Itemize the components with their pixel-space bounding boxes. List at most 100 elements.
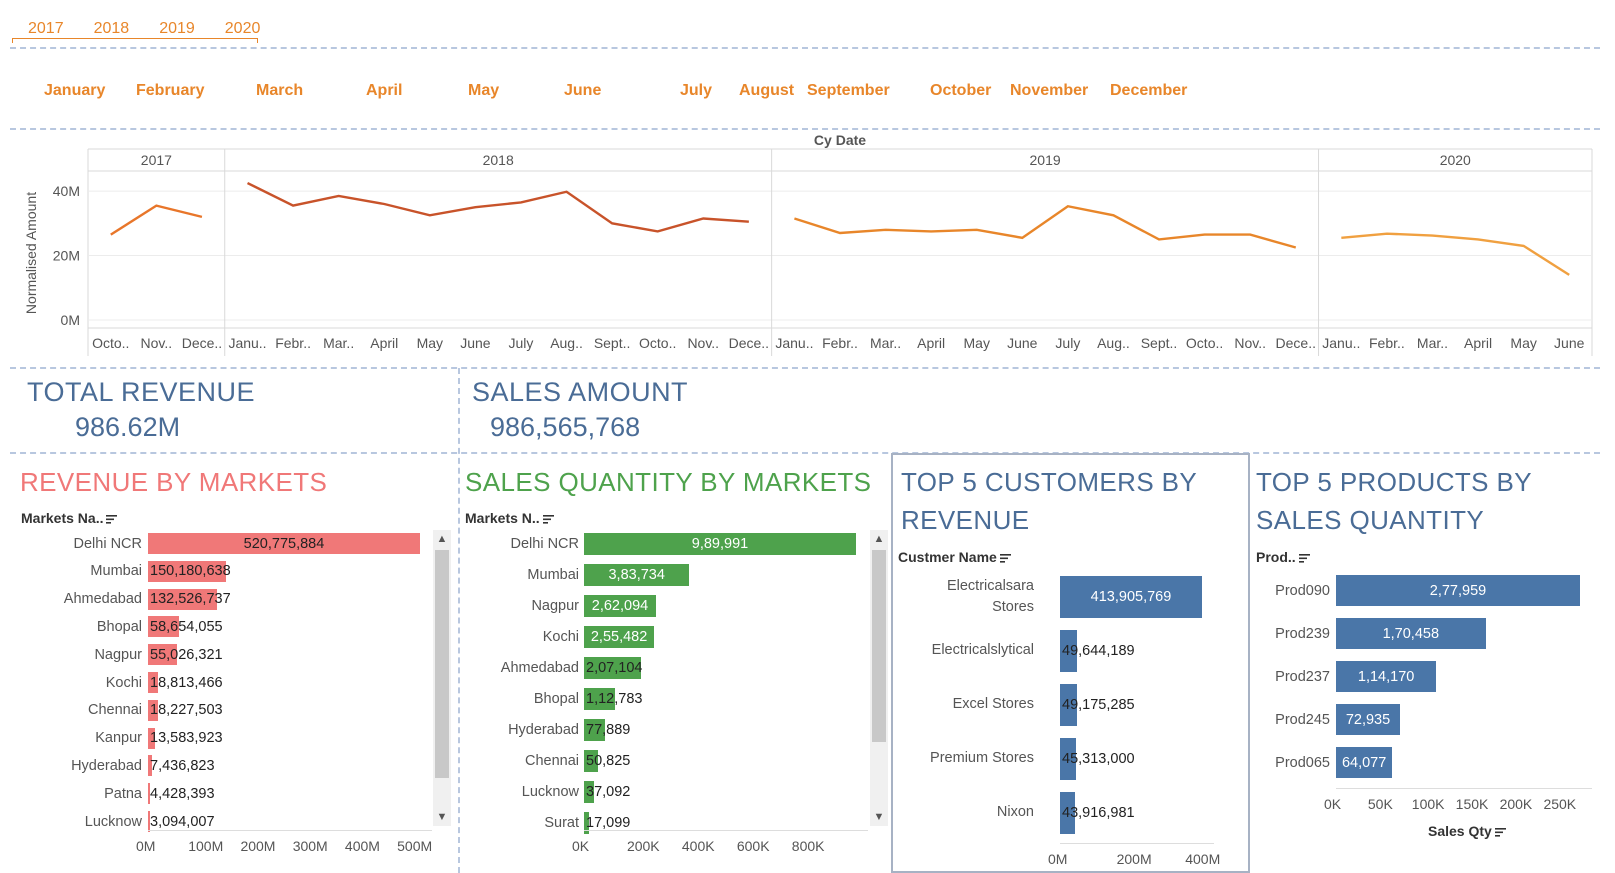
sales-qty-category-label[interactable]: Kochi: [409, 628, 579, 646]
sales-qty-value-label: 2,55,482: [590, 629, 648, 645]
x-tick-label: Aug..: [550, 335, 583, 351]
x-tick-label: July: [509, 335, 534, 351]
sort-icon[interactable]: [999, 553, 1012, 563]
product-category-label[interactable]: Prod245: [1160, 711, 1330, 729]
x-tick-label: Octo..: [639, 335, 676, 351]
customer-value-label: 45,313,000: [1062, 751, 1135, 767]
trend-line-2019: [794, 204, 1297, 249]
month-option-april[interactable]: April: [366, 82, 402, 100]
sales-amount-value: 986,565,768: [490, 412, 641, 442]
year-option-2020[interactable]: 2020: [221, 20, 265, 38]
revenue-category-label[interactable]: Patna: [0, 785, 142, 803]
month-option-january[interactable]: January: [44, 82, 105, 100]
sort-icon[interactable]: [542, 514, 555, 524]
trend-line-2018: [246, 181, 749, 233]
revenue-category-label[interactable]: Kanpur: [0, 729, 142, 747]
customer-category-label[interactable]: Electricalsara Stores: [934, 576, 1034, 618]
sales-qty-scrollbar[interactable]: ▲ ▼: [870, 530, 888, 826]
month-option-march[interactable]: March: [256, 82, 303, 100]
revenue-category-label[interactable]: Ahmedabad: [0, 590, 142, 608]
month-option-november[interactable]: November: [1010, 82, 1088, 100]
year-option-2017[interactable]: 2017: [24, 20, 68, 38]
year-option-2019[interactable]: 2019: [155, 20, 199, 38]
customer-category-label[interactable]: Electricalslytical: [894, 640, 1034, 661]
x-tick-label: Dece..: [1276, 335, 1316, 351]
month-option-december[interactable]: December: [1110, 82, 1187, 100]
revenue-category-label[interactable]: Bhopal: [0, 618, 142, 636]
customer-category-label[interactable]: Premium Stores: [894, 748, 1034, 769]
sales-qty-x-tick-label: 0K: [572, 838, 590, 854]
product-column-header[interactable]: Prod..: [1256, 549, 1311, 565]
scroll-thumb[interactable]: [872, 550, 886, 742]
sales-qty-axis-label[interactable]: Sales Qty: [1428, 823, 1507, 839]
sort-icon[interactable]: [1298, 553, 1311, 563]
sales-qty-category-label[interactable]: Lucknow: [409, 783, 579, 801]
x-tick-label: Nov..: [141, 335, 173, 351]
top-customers-title: TOP 5 CUSTOMERS BY REVENUE: [901, 467, 1197, 535]
sales-qty-value-label: 77,889: [586, 722, 631, 738]
markets-column-header[interactable]: Markets N..: [465, 510, 555, 526]
sales-qty-category-label[interactable]: Hyderabad: [409, 721, 579, 739]
sales-qty-category-label[interactable]: Delhi NCR: [409, 535, 580, 553]
revenue-category-label[interactable]: Kochi: [0, 674, 142, 692]
month-option-september[interactable]: September: [807, 82, 890, 100]
customer-value-label: 43,916,981: [1062, 805, 1135, 821]
x-tick-label: Janu..: [228, 335, 266, 351]
sales-qty-x-tick-label: 600K: [736, 838, 770, 854]
product-x-tick-label: 200K: [1499, 796, 1533, 812]
month-option-february[interactable]: February: [136, 82, 204, 100]
customer-axis-line: [1060, 843, 1214, 844]
month-option-october[interactable]: October: [930, 82, 991, 100]
sales-qty-x-tick-label: 800K: [791, 838, 825, 854]
revenue-category-label[interactable]: Nagpur: [0, 646, 142, 664]
customer-column-header[interactable]: Custmer Name: [898, 549, 1012, 565]
sales-qty-category-label[interactable]: Chennai: [409, 752, 579, 770]
sort-icon[interactable]: [106, 514, 118, 524]
sales-qty-category-label[interactable]: Ahmedabad: [409, 659, 579, 677]
customer-category-label[interactable]: Nixon: [894, 802, 1034, 823]
month-option-june[interactable]: June: [564, 82, 601, 100]
revenue-value-label: 520,775,884: [243, 535, 325, 552]
sales-qty-category-label[interactable]: Bhopal: [409, 690, 579, 708]
scroll-up-icon[interactable]: ▲: [870, 530, 888, 548]
customer-category-label[interactable]: Excel Stores: [894, 694, 1034, 715]
sales-qty-category-label[interactable]: Nagpur: [409, 597, 579, 615]
product-category-label[interactable]: Prod239: [1160, 625, 1330, 643]
product-category-label[interactable]: Prod090: [1160, 582, 1330, 600]
x-tick-label: Mar..: [870, 335, 901, 351]
sort-icon[interactable]: [1494, 827, 1507, 837]
year-filter-slider[interactable]: [12, 38, 258, 43]
x-tick-label: Febr..: [1369, 335, 1405, 351]
revenue-x-tick-label: 500M: [397, 838, 433, 854]
sales-qty-category-label[interactable]: Surat: [409, 814, 579, 832]
x-tick-label: May: [1510, 335, 1536, 351]
x-tick-label: Dece..: [182, 335, 222, 351]
month-option-may[interactable]: May: [468, 82, 499, 100]
revenue-value-label: 13,583,923: [150, 730, 223, 747]
y-tick-label: 0M: [61, 312, 80, 328]
x-tick-label: July: [1055, 335, 1080, 351]
revenue-category-label[interactable]: Mumbai: [0, 562, 142, 580]
year-panel-label: 2018: [483, 152, 514, 168]
sales-qty-category-label[interactable]: Mumbai: [409, 566, 579, 584]
revenue-category-label[interactable]: Chennai: [0, 701, 142, 719]
revenue-category-label[interactable]: Lucknow: [0, 813, 142, 831]
month-option-july[interactable]: July: [680, 82, 712, 100]
markets-column-header[interactable]: Markets Na..: [21, 510, 118, 526]
revenue-category-label[interactable]: Hyderabad: [0, 757, 142, 775]
x-tick-label: Octo..: [1186, 335, 1223, 351]
x-tick-label: Dece..: [729, 335, 769, 351]
x-tick-label: Sept..: [594, 335, 631, 351]
revenue-x-tick-label: 100M: [188, 838, 224, 854]
year-option-2018[interactable]: 2018: [90, 20, 134, 38]
revenue-trend-chart: 40M 20M 0M Normalised Amount Cy Date 2017 Octo…: [23, 133, 1593, 356]
month-option-august[interactable]: August: [739, 82, 794, 100]
x-tick-label: Aug..: [1097, 335, 1130, 351]
revenue-category-label[interactable]: Delhi NCR: [0, 535, 143, 553]
product-category-label[interactable]: Prod065: [1160, 754, 1330, 772]
x-tick-label: Febr..: [822, 335, 858, 351]
revenue-value-label: 4,428,393: [150, 785, 215, 802]
product-category-label[interactable]: Prod237: [1160, 668, 1330, 686]
revenue-x-tick-label: 400M: [344, 838, 380, 854]
scroll-down-icon[interactable]: ▼: [870, 808, 888, 826]
